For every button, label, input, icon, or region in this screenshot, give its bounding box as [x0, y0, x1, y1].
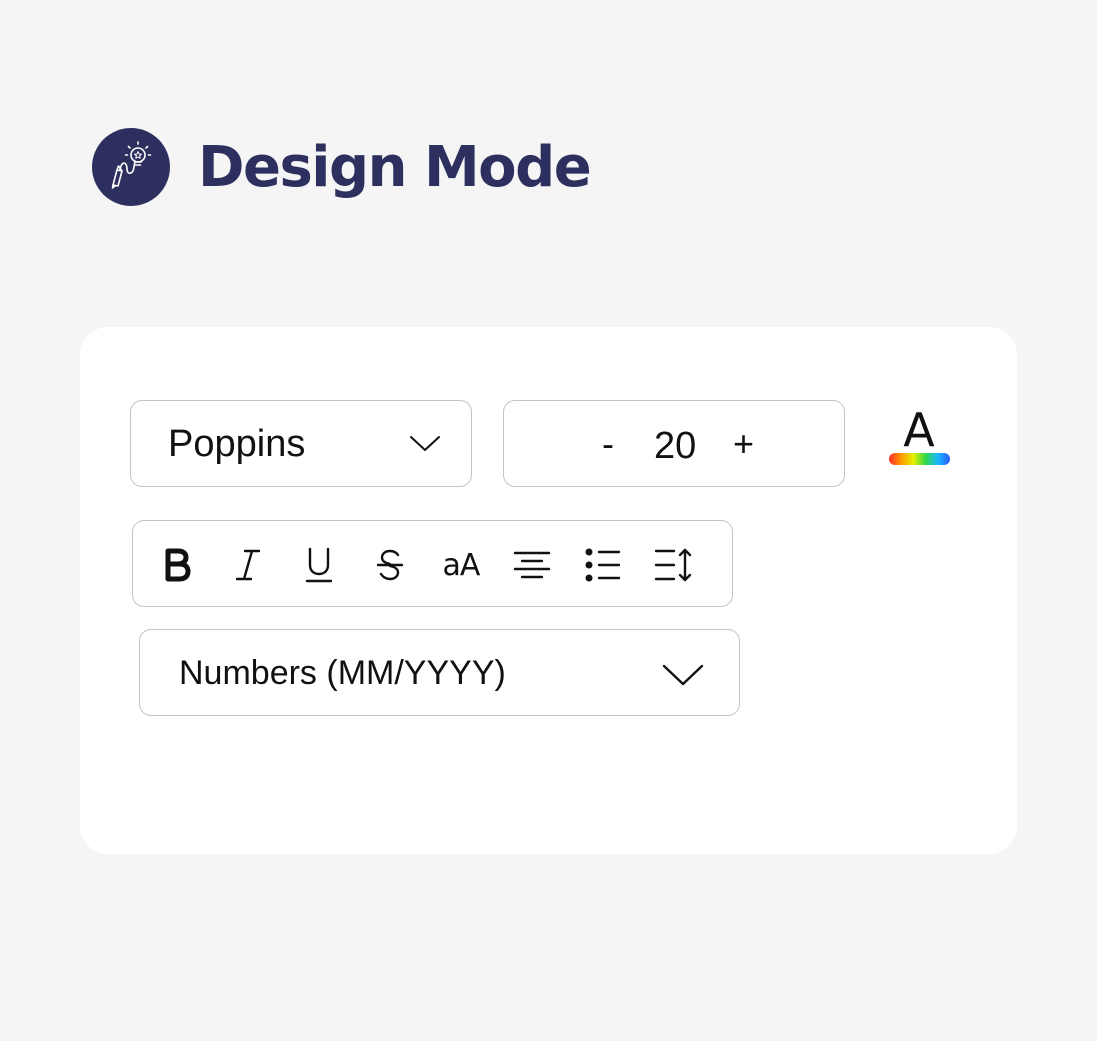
decrease-size-button[interactable]: -: [602, 423, 614, 465]
bullet-list-icon[interactable]: [581, 543, 625, 587]
chevron-down-icon[interactable]: [662, 663, 704, 692]
increase-size-button[interactable]: +: [733, 423, 754, 465]
line-spacing-icon[interactable]: [652, 543, 696, 587]
font-size-stepper[interactable]: - 20 +: [503, 400, 845, 487]
text-style-panel: Poppins - 20 + A aA Numbers (MM/YYYY): [80, 327, 1017, 854]
align-center-icon[interactable]: [510, 543, 554, 587]
strikethrough-icon[interactable]: [368, 543, 412, 587]
font-size-value: 20: [654, 425, 697, 467]
text-color-button[interactable]: A: [888, 403, 952, 469]
date-format-value: Numbers (MM/YYYY): [179, 654, 506, 692]
italic-icon[interactable]: [226, 543, 270, 587]
font-family-value: Poppins: [168, 423, 306, 465]
pencil-lightbulb-icon: [92, 128, 170, 206]
chevron-down-icon[interactable]: [409, 433, 441, 458]
text-color-rainbow-icon: A: [889, 403, 950, 465]
text-color-letter: A: [903, 405, 935, 457]
underline-icon[interactable]: [297, 543, 341, 587]
page-title: Design Mode: [198, 134, 592, 200]
header: Design Mode: [92, 128, 592, 206]
text-case-icon[interactable]: aA: [439, 543, 483, 587]
formatting-toolbar: aA: [132, 520, 733, 607]
text-case-glyph: aA: [442, 547, 481, 583]
date-format-dropdown[interactable]: Numbers (MM/YYYY): [139, 629, 740, 716]
bold-icon[interactable]: [155, 543, 199, 587]
font-family-dropdown[interactable]: Poppins: [130, 400, 472, 487]
